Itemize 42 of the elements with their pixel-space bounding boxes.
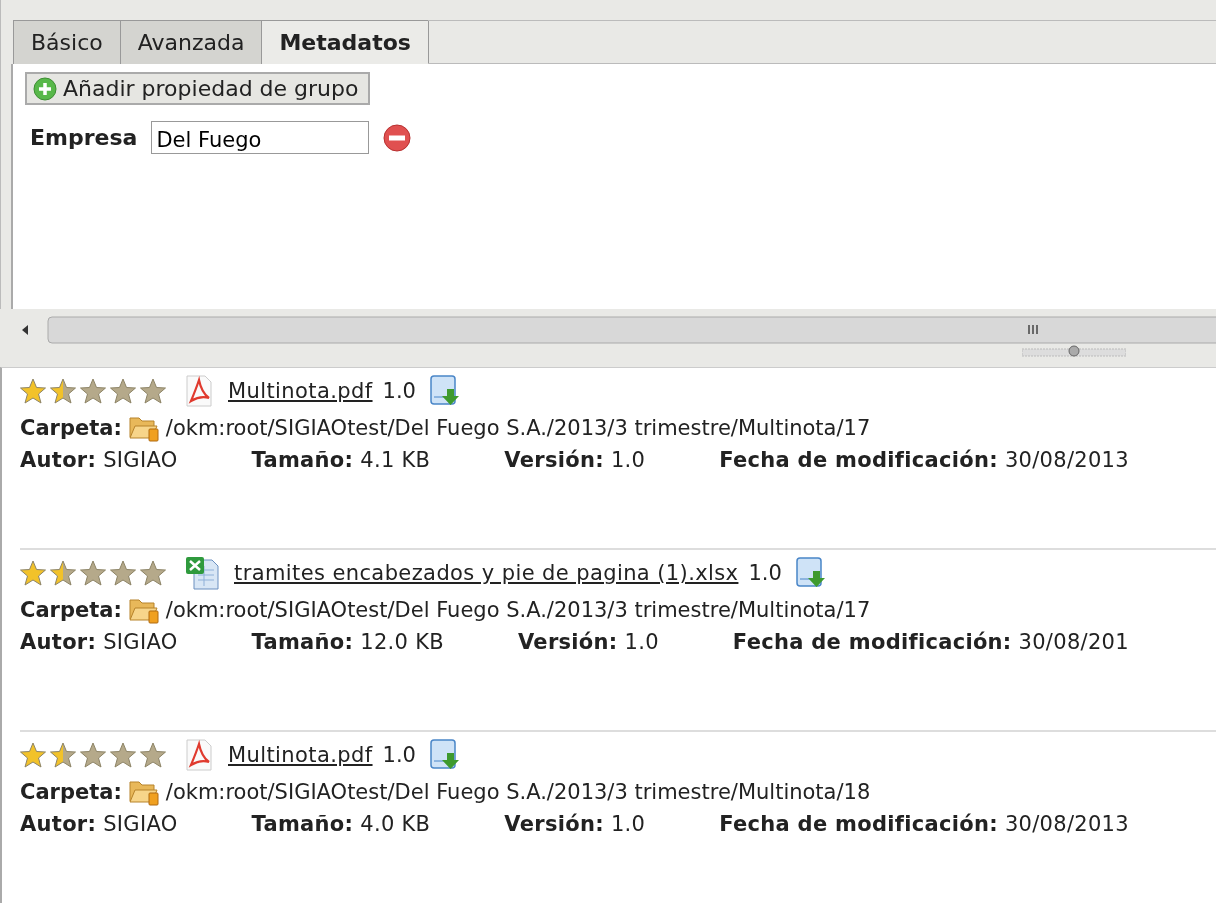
- download-icon[interactable]: [429, 375, 460, 407]
- modified-date-text: Fecha de modificación: 30/08/2013: [719, 448, 1129, 472]
- download-icon[interactable]: [795, 557, 826, 589]
- folder-path: /okm:root/SIGIAOtest/Del Fuego S.A./2013/3 trimestre/Multinota/17: [165, 598, 871, 622]
- document-link[interactable]: Multinota.pdf: [228, 743, 373, 767]
- tab[interactable]: Metadatos: [261, 20, 429, 64]
- size-text: Tamaño: 12.0 KB: [251, 630, 444, 654]
- folder-label: Carpeta:: [20, 780, 122, 804]
- property-field[interactable]: Del Fuego: [151, 121, 370, 154]
- size-text: Tamaño: 4.1 KB: [251, 448, 431, 472]
- tab[interactable]: Avanzada: [119, 20, 263, 64]
- document-link[interactable]: Multinota.pdf: [228, 379, 373, 403]
- modified-date-text: Fecha de modificación: 30/08/201: [732, 630, 1129, 654]
- folder-icon: [127, 778, 160, 806]
- pdf-file-icon: [184, 739, 214, 771]
- spreadsheet-file-icon: [184, 556, 220, 590]
- splitter-handle[interactable]: [1022, 345, 1126, 359]
- version-info-text: Versión: 1.0: [517, 630, 659, 654]
- author-text: Autor: SIGIAO: [20, 812, 178, 836]
- size-text: Tamaño: 4.0 KB: [251, 812, 431, 836]
- author-text: Autor: SIGIAO: [20, 630, 178, 654]
- remove-icon[interactable]: [383, 123, 412, 152]
- document-link[interactable]: tramites encabezados y pie de pagina (1).xlsx: [234, 561, 739, 585]
- plus-icon: [33, 76, 57, 101]
- folder-label: Carpeta:: [20, 416, 122, 440]
- folder-label: Carpeta:: [20, 598, 122, 622]
- modified-date-text: Fecha de modificación: 30/08/2013: [719, 812, 1129, 836]
- folder-icon: [127, 414, 160, 442]
- version-info-text: Versión: 1.0: [504, 812, 646, 836]
- pdf-file-icon: [184, 375, 214, 407]
- tab[interactable]: Básico: [13, 20, 121, 64]
- property-label: Empresa: [30, 125, 138, 150]
- version-info-text: Versión: 1.0: [504, 448, 646, 472]
- folder-path: /okm:root/SIGIAOtest/Del Fuego S.A./2013/3 trimestre/Multinota/18: [165, 780, 871, 804]
- version-text: 1.0: [382, 379, 416, 403]
- version-text: 1.0: [382, 743, 416, 767]
- version-text: 1.0: [748, 561, 782, 585]
- folder-icon: [127, 596, 160, 624]
- folder-path: /okm:root/SIGIAOtest/Del Fuego S.A./2013/3 trimestre/Multinota/17: [165, 416, 871, 440]
- add-group-property-button[interactable]: Añadir propiedad de grupo: [25, 72, 371, 105]
- download-icon[interactable]: [429, 739, 460, 771]
- author-text: Autor: SIGIAO: [20, 448, 178, 472]
